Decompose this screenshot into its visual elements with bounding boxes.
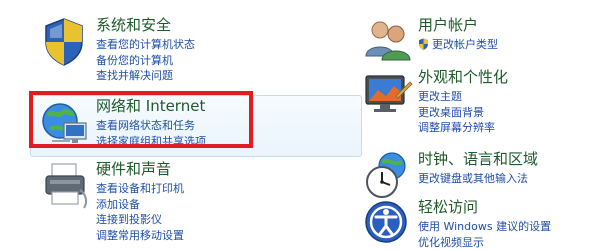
clock-language-region-title[interactable]: 时钟、语言和区域 xyxy=(418,150,538,168)
link-view-devices-printers[interactable]: 查看设备和打印机 xyxy=(96,181,184,197)
link-change-desktop-background[interactable]: 更改桌面背景 xyxy=(418,105,495,121)
link-change-account-type-label: 更改帐户类型 xyxy=(432,38,498,51)
link-change-theme[interactable]: 更改主题 xyxy=(418,89,495,105)
link-change-keyboard-input[interactable]: 更改键盘或其他输入法 xyxy=(418,171,528,187)
system-security-title[interactable]: 系统和安全 xyxy=(96,16,171,34)
user-accounts-title[interactable]: 用户帐户 xyxy=(418,16,478,34)
users-icon xyxy=(362,16,414,68)
link-find-fix-problems[interactable]: 查找并解决问题 xyxy=(96,68,195,84)
link-add-device[interactable]: 添加设备 xyxy=(96,197,184,213)
shield-icon xyxy=(40,16,92,68)
link-use-windows-recommended-settings[interactable]: 使用 Windows 建议的设置 xyxy=(418,219,551,235)
link-change-account-type[interactable]: 更改帐户类型 xyxy=(418,37,498,53)
network-globe-icon xyxy=(40,97,92,149)
link-adjust-resolution[interactable]: 调整屏幕分辨率 xyxy=(418,120,495,136)
ease-of-access-title[interactable]: 轻松访问 xyxy=(418,198,478,216)
link-homegroup-sharing[interactable]: 选择家庭组和共享选项 xyxy=(96,134,206,150)
link-optimize-video-display[interactable]: 优化视频显示 xyxy=(418,235,551,250)
link-mobility-settings[interactable]: 调整常用移动设置 xyxy=(96,228,184,244)
link-view-network-status[interactable]: 查看网络状态和任务 xyxy=(96,118,206,134)
printer-icon xyxy=(40,160,92,212)
appearance-title[interactable]: 外观和个性化 xyxy=(418,68,508,86)
link-connect-projector[interactable]: 连接到投影仪 xyxy=(96,212,184,228)
ease-of-access-icon xyxy=(362,198,414,250)
uac-shield-icon xyxy=(418,38,429,50)
monitor-palette-icon xyxy=(362,68,414,120)
clock-globe-icon xyxy=(362,150,414,202)
link-backup-computer[interactable]: 备份您的计算机 xyxy=(96,53,195,69)
hardware-sound-title[interactable]: 硬件和声音 xyxy=(96,160,171,178)
network-internet-title[interactable]: 网络和 Internet xyxy=(96,97,205,115)
link-view-computer-status[interactable]: 查看您的计算机状态 xyxy=(96,37,195,53)
